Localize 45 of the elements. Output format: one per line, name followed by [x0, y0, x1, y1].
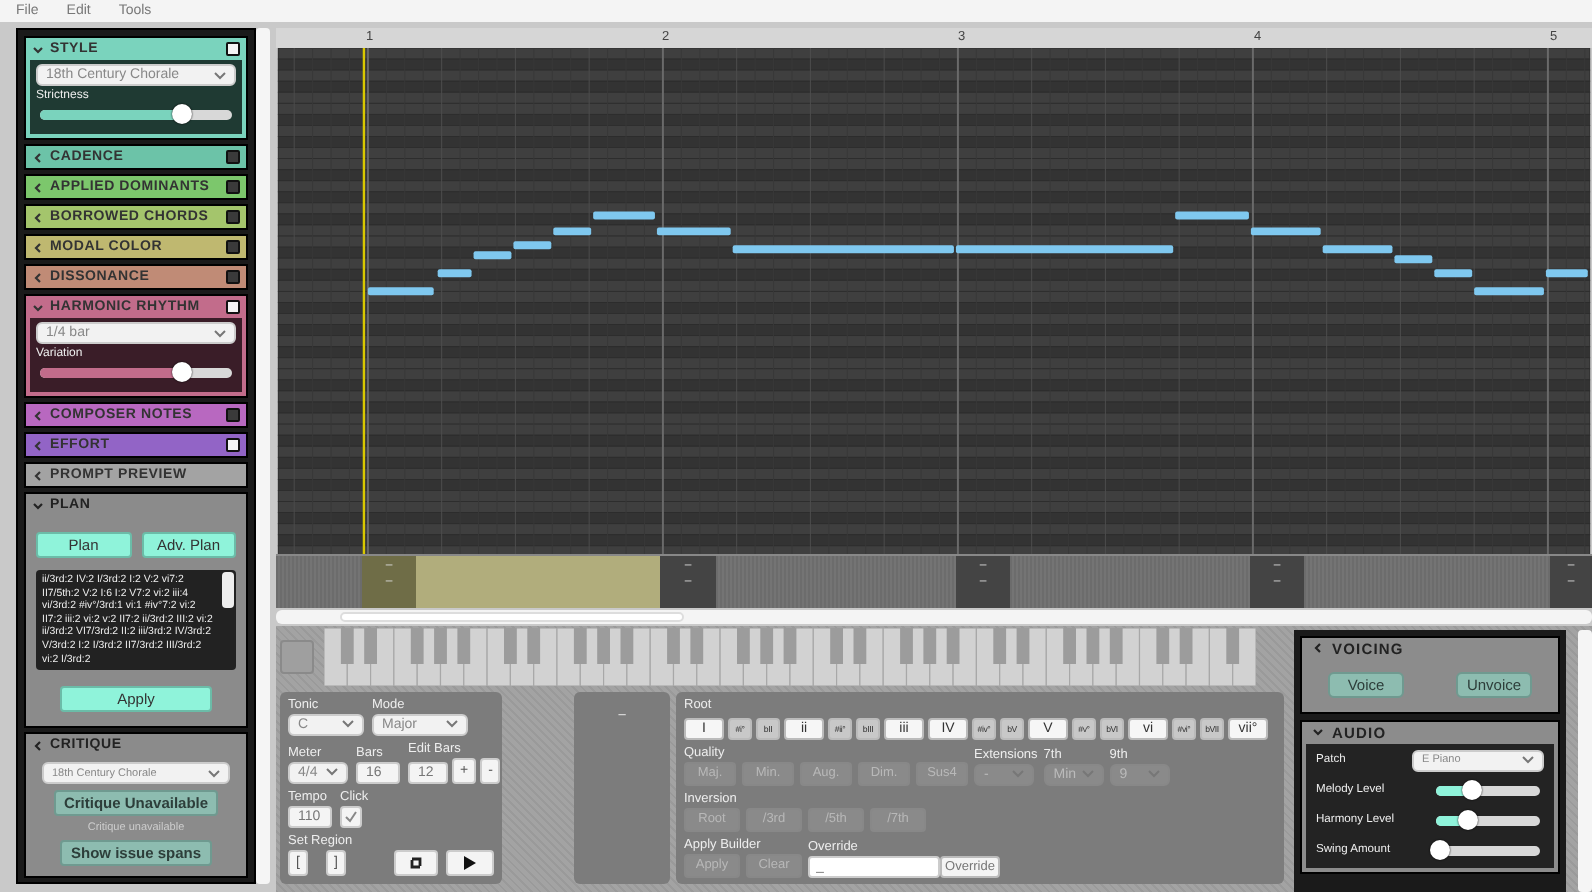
chevron-left-icon[interactable]	[32, 439, 44, 451]
toggle-checkbox[interactable]	[226, 300, 240, 314]
keyboard-toggle-button[interactable]	[280, 639, 314, 674]
chevron-left-icon[interactable]	[32, 739, 44, 752]
play-button[interactable]	[446, 849, 494, 876]
chevron-left-icon[interactable]	[1312, 642, 1324, 655]
slider[interactable]	[1436, 815, 1540, 826]
chevron-left-icon[interactable]	[32, 409, 44, 421]
toggle-checkbox[interactable]	[226, 42, 240, 56]
checkbox[interactable]	[340, 805, 362, 828]
chevron-left-icon[interactable]	[32, 151, 44, 163]
caret-icon	[208, 769, 220, 778]
slider[interactable]	[40, 110, 232, 120]
caret-icon	[446, 720, 458, 729]
toggle-checkbox[interactable]	[226, 408, 240, 422]
toggle-checkbox[interactable]	[226, 438, 240, 452]
caret-icon	[326, 768, 338, 777]
toggle-checkbox[interactable]	[226, 210, 240, 224]
chevron-left-icon[interactable]	[32, 181, 44, 193]
scrollbar[interactable]	[222, 572, 234, 608]
chevron-left-icon[interactable]	[32, 211, 44, 223]
slider[interactable]	[1436, 785, 1540, 796]
caret-icon	[342, 720, 354, 729]
chevron-left-icon[interactable]	[32, 469, 44, 481]
caret-icon	[214, 329, 226, 337]
loop-button[interactable]	[394, 849, 438, 876]
piano-roll-grid[interactable]	[276, 47, 1592, 555]
chevron-down-icon[interactable]	[32, 499, 44, 511]
chevron-left-icon[interactable]	[32, 271, 44, 283]
horizontal-scrollbar[interactable]	[276, 610, 1592, 624]
caret-icon	[214, 71, 226, 79]
slider[interactable]	[40, 368, 232, 378]
toggle-checkbox[interactable]	[226, 270, 240, 284]
toggle-checkbox[interactable]	[226, 240, 240, 254]
chevron-down-icon[interactable]	[1312, 726, 1324, 739]
scrollbar[interactable]	[1578, 629, 1592, 892]
slider[interactable]	[1436, 845, 1540, 856]
chevron-down-icon[interactable]	[32, 301, 44, 313]
chevron-left-icon[interactable]	[32, 241, 44, 253]
toggle-checkbox[interactable]	[226, 180, 240, 194]
play-icon	[464, 855, 476, 870]
caret-icon	[1522, 756, 1534, 765]
scrollbar[interactable]	[256, 28, 270, 884]
chevron-down-icon[interactable]	[32, 43, 44, 55]
toggle-checkbox[interactable]	[226, 150, 240, 164]
